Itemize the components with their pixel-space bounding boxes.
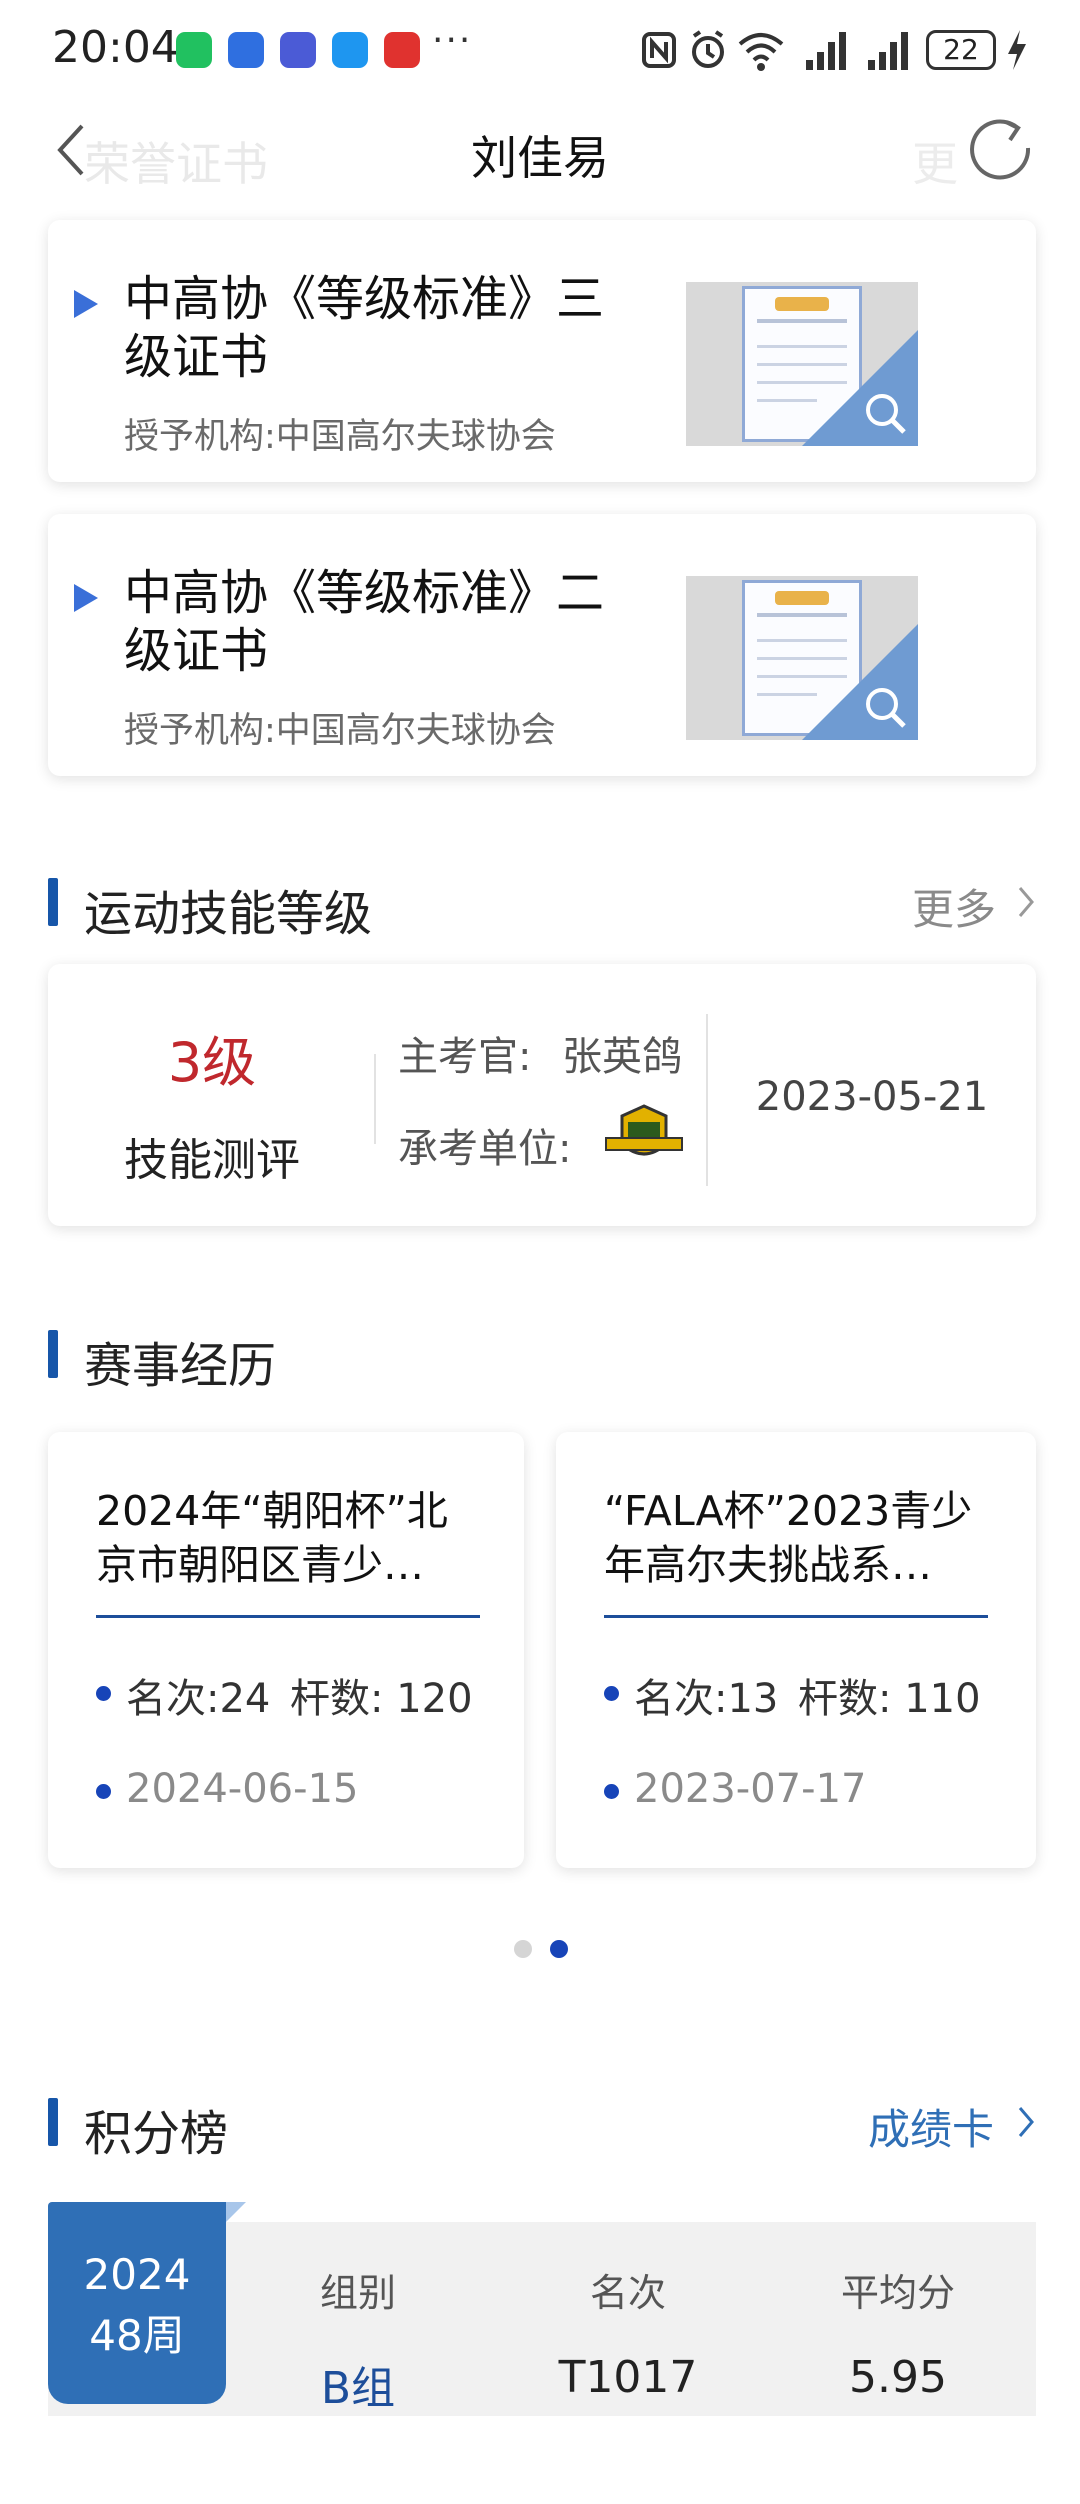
event-card[interactable]: “FALA杯”2023青少年高尔夫挑战系… 名次:13 杆数: 110 2023…	[556, 1432, 1036, 1868]
app-purple-icon	[280, 32, 316, 68]
ranking-value-rank: T1017	[558, 2352, 698, 2403]
week-badge: 2024 48周	[48, 2202, 226, 2404]
battery-icon: 22	[926, 30, 996, 70]
app-blue-icon	[228, 32, 264, 68]
skills-section-title: 运动技能等级	[84, 886, 373, 942]
bullet-dot-icon	[96, 1686, 111, 1701]
charging-icon	[1008, 30, 1026, 70]
week-badge-fold	[226, 2202, 246, 2222]
more-notifications-icon: ···	[432, 20, 473, 61]
bullet-dot-icon	[604, 1686, 619, 1701]
message-icon	[332, 32, 368, 68]
event-card[interactable]: 2024年“朝阳杯”北京市朝阳区青少… 名次:24 杆数: 120 2024-0…	[48, 1432, 524, 1868]
ranking-header-rank: 名次	[589, 2271, 666, 2315]
event-date: 2023-07-17	[634, 1766, 867, 1812]
pager-dot-active[interactable]	[550, 1940, 568, 1958]
event-title-underline	[96, 1615, 480, 1618]
pager-dot[interactable]	[514, 1940, 532, 1958]
event-date: 2024-06-15	[126, 1766, 359, 1812]
events-section-title: 赛事经历	[84, 1338, 277, 1394]
zoom-icon	[866, 688, 906, 728]
nfc-icon	[642, 32, 676, 68]
certificate-title: 中高协《等级标准》三级证书	[124, 271, 605, 385]
ranking-value-avg: 5.95	[849, 2352, 947, 2403]
zoom-icon	[866, 394, 906, 434]
skills-more-link[interactable]: 更多	[912, 876, 996, 937]
certificate-card[interactable]: 中高协《等级标准》二级证书 授予机构:中国高尔夫球协会	[48, 514, 1036, 776]
bullet-dot-icon	[96, 1784, 111, 1799]
bullet-arrow-icon	[74, 290, 98, 318]
bullet-dot-icon	[604, 1784, 619, 1799]
bullet-arrow-icon	[74, 584, 98, 612]
certificate-title: 中高协《等级标准》二级证书	[124, 565, 605, 679]
status-bar: 20:04 ··· 22	[0, 0, 1080, 100]
skill-level: 3级	[167, 1031, 257, 1094]
certificate-org: 授予机构:中国高尔夫球协会	[124, 711, 556, 751]
section-accent-bar	[48, 878, 58, 926]
skill-level-card[interactable]: 3级 技能测评 主考官: 张英鸽 承考单位: 2023-05-21	[48, 964, 1036, 1226]
divider	[374, 1054, 376, 1144]
refresh-icon[interactable]	[966, 112, 1036, 182]
chevron-right-icon[interactable]	[1014, 882, 1038, 922]
chevron-right-icon[interactable]	[1014, 2102, 1038, 2142]
examiner-label: 主考官:	[398, 1034, 532, 1080]
exam-date: 2023-05-21	[755, 1074, 989, 1120]
exam-unit-label: 承考单位:	[398, 1126, 572, 1172]
wechat-icon	[176, 32, 212, 68]
event-strokes: 杆数: 110	[798, 1676, 981, 1722]
certificate-org: 授予机构:中国高尔夫球协会	[124, 417, 556, 457]
battery-level: 22	[943, 33, 979, 66]
ranking-section-title: 积分榜	[84, 2106, 229, 2162]
section-accent-bar	[48, 2098, 58, 2146]
score-card-label: 成绩卡	[868, 2105, 995, 2154]
exam-unit-logo	[605, 1104, 683, 1156]
score-card-link[interactable]: 成绩卡	[868, 2096, 994, 2157]
ranking-header-avg: 平均分	[840, 2271, 955, 2315]
week-year: 2024	[83, 2250, 191, 2299]
signal-icon	[806, 32, 846, 70]
event-title-underline	[604, 1615, 988, 1618]
event-title: 2024年“朝阳杯”北京市朝阳区青少…	[96, 1487, 448, 1589]
event-rank: 名次:24	[126, 1676, 271, 1722]
skill-level-label: 技能测评	[124, 1135, 300, 1186]
app-red-icon	[384, 32, 420, 68]
certificate-card[interactable]: 中高协《等级标准》三级证书 授予机构:中国高尔夫球协会	[48, 220, 1036, 482]
week-number: 48周	[89, 2311, 185, 2360]
page-title: 刘佳易	[471, 131, 609, 185]
section-accent-bar	[48, 1330, 58, 1378]
alarm-icon	[692, 30, 724, 68]
signal-2-icon	[868, 32, 908, 70]
event-rank: 名次:13	[634, 1676, 779, 1722]
certificate-thumbnail[interactable]	[686, 282, 918, 446]
event-strokes: 杆数: 120	[290, 1676, 473, 1722]
ranking-value-group: B组	[320, 2363, 396, 2414]
examiner-name: 张英鸽	[562, 1034, 682, 1080]
wifi-icon	[738, 33, 784, 71]
event-title: “FALA杯”2023青少年高尔夫挑战系…	[604, 1487, 973, 1589]
ranking-header-group: 组别	[319, 2271, 396, 2315]
certificate-thumbnail[interactable]	[686, 576, 918, 740]
status-time: 20:04	[52, 22, 179, 73]
more-label: 更多	[912, 885, 997, 934]
